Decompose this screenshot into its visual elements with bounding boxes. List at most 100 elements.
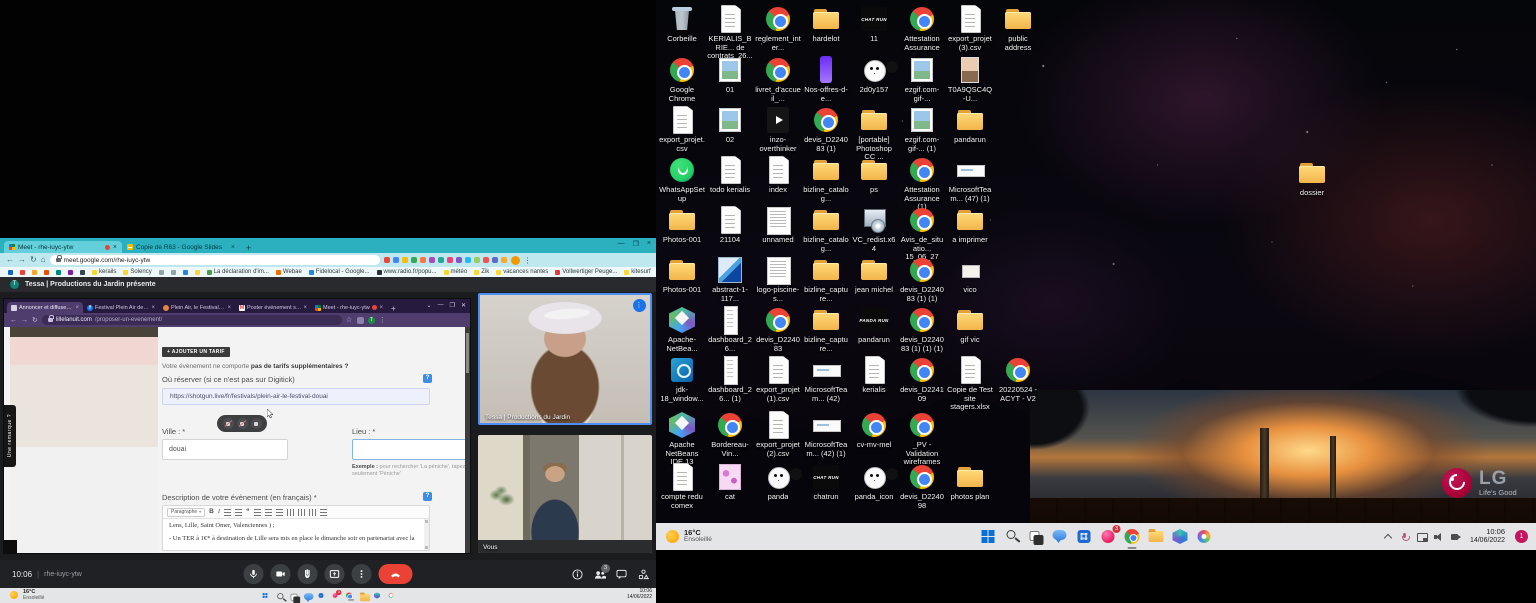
- chevron-up-icon[interactable]: [1383, 532, 1393, 542]
- link-icon[interactable]: [287, 509, 294, 516]
- desktop-icon-devis-d224083-1-1-1[interactable]: devis_D224083 (1) (1) (1): [898, 305, 946, 353]
- align-center-icon[interactable]: [265, 509, 272, 516]
- bookmark-item[interactable]: vacances nantes: [496, 269, 548, 275]
- desktop-icon-20220524-acyt-v2[interactable]: 20220524 - ACYT - V2: [994, 355, 1042, 412]
- extension-icon[interactable]: [501, 257, 507, 263]
- desktop-icon-nos-offres-d-e[interactable]: Nos-offres-d-e...: [802, 55, 850, 103]
- desktop-icon-export-projet-3-csv[interactable]: export_projet (3).csv: [946, 4, 994, 61]
- tile-options-icon[interactable]: ⋮: [633, 299, 646, 312]
- desktop-icon-vc-redist-x64[interactable]: VC_redist.x64: [850, 205, 898, 262]
- desktop-icon-export-projet-2-csv[interactable]: export_projet (2).csv: [754, 410, 802, 467]
- desktop-icon-2d0y157[interactable]: 2d0y157: [850, 55, 898, 103]
- participant-tile-you[interactable]: Vous: [478, 435, 652, 553]
- explorer-taskbar-icon[interactable]: [1148, 528, 1165, 545]
- extension-icon[interactable]: [402, 257, 408, 263]
- desktop-icon-ezgif-com-gif[interactable]: ezgif.com-gif-...: [898, 55, 946, 103]
- extension-icon[interactable]: [492, 257, 498, 263]
- extensions-icon[interactable]: [357, 317, 364, 324]
- bookmark-item[interactable]: [8, 270, 13, 275]
- forward-icon[interactable]: →: [18, 255, 26, 265]
- bookmark-item[interactable]: www.radio.fr/popu...: [377, 269, 437, 275]
- desktop-icon-apache-netbeans-ide-13[interactable]: Apache NetBeans IDE 13: [658, 410, 706, 467]
- desktop-icon-corbeille[interactable]: Corbeille: [658, 4, 706, 61]
- help-button[interactable]: ?: [423, 374, 432, 383]
- bookmark-item[interactable]: [183, 270, 188, 275]
- bookmark-item[interactable]: Webae: [276, 269, 302, 275]
- rich-text-editor[interactable]: Paragraphe▾ B I ❝: [162, 505, 430, 551]
- desktop-icon-dashboard-26[interactable]: dashboard_26...: [706, 305, 754, 353]
- desktop-icon-abstract-1-117[interactable]: abstract-1-117...: [706, 255, 754, 303]
- table-icon[interactable]: [320, 509, 327, 516]
- info-icon[interactable]: [571, 568, 584, 581]
- desktop-icon-t0a9qsc4q-u[interactable]: T0A9QSC4Q-U...: [946, 55, 994, 103]
- bookmark-item[interactable]: [195, 270, 200, 275]
- desktop-icon-microsoftteam-42-1[interactable]: MicrosoftTeam... (42) (1): [802, 410, 850, 467]
- close-tab-icon[interactable]: ×: [113, 244, 117, 251]
- shared-browser-tab[interactable]: Annoncer et diffuser vot...×: [7, 302, 83, 313]
- desktop-icon-kerialis-brie-de-contrats-26[interactable]: KERIALIS_BRIE... de contrats_26...: [706, 4, 754, 61]
- hangup-button[interactable]: [379, 564, 413, 584]
- desktop-icon-attestation-assurance-1[interactable]: Attestation Assurance (1): [898, 155, 946, 212]
- desktop-icon-microsoftteam-47-1[interactable]: MicrosoftTeam... (47) (1): [946, 155, 994, 212]
- desktop-icon-bizline-capture[interactable]: bizline_capture...: [802, 305, 850, 353]
- align-right-icon[interactable]: [276, 509, 283, 516]
- extension-icon[interactable]: [447, 257, 453, 263]
- raise-hand-button[interactable]: [298, 564, 318, 584]
- desktop-icon-devis-d224083-1[interactable]: devis_D224083 (1): [802, 105, 850, 162]
- taskbar-clock[interactable]: 10:06 14/06/2022: [627, 589, 652, 601]
- search-taskbar-icon[interactable]: [275, 592, 282, 599]
- shared-browser-tab[interactable]: MPoster événement sur Lil...×: [235, 302, 311, 313]
- camera-button[interactable]: [271, 564, 291, 584]
- desktop-icon-public-address[interactable]: public address: [994, 4, 1042, 61]
- cast-icon[interactable]: [1417, 532, 1427, 542]
- browser-menu-icon[interactable]: ⋮: [379, 317, 386, 324]
- close-tab-icon[interactable]: ×: [379, 305, 383, 311]
- extension-icon[interactable]: [429, 257, 435, 263]
- weather-widget[interactable]: 16°C Ensoleillé: [656, 529, 712, 544]
- desktop-icon-bizline-capture[interactable]: bizline_capture...: [802, 255, 850, 303]
- bookmark-item[interactable]: Zik: [474, 269, 489, 275]
- pinned-app-pink-taskbar-icon[interactable]: 3: [1100, 528, 1117, 545]
- reload-icon[interactable]: ↻: [30, 255, 37, 265]
- extension-icon[interactable]: [411, 257, 417, 263]
- people-icon[interactable]: 3: [593, 568, 606, 581]
- chrome-taskbar-icon[interactable]: [1124, 528, 1141, 545]
- browser-menu-icon[interactable]: ⋮: [524, 256, 532, 265]
- present-button[interactable]: [325, 564, 345, 584]
- bullet-list-icon[interactable]: [224, 509, 231, 516]
- align-left-icon[interactable]: [254, 509, 261, 516]
- close-icon[interactable]: ×: [647, 240, 651, 248]
- bookmark-item[interactable]: Solency: [123, 269, 151, 275]
- back-icon[interactable]: ←: [6, 255, 14, 265]
- desktop-icon-attestation-assurance[interactable]: Attestation Assurance: [898, 4, 946, 61]
- desktop-icon-dashboard-26-1[interactable]: dashboard_26... (1): [706, 355, 754, 412]
- desktop-icon-01[interactable]: 01: [706, 55, 754, 103]
- bookmark-item[interactable]: [68, 270, 73, 275]
- desktop-icon-vico[interactable]: vico: [946, 255, 994, 303]
- calculator-taskbar-icon[interactable]: [1076, 528, 1093, 545]
- address-bar[interactable]: meet.google.com/rhe-iuyc-ytw: [50, 255, 380, 265]
- pinned-app-hex-taskbar-icon[interactable]: [1172, 528, 1189, 545]
- desktop-icon-jean-michel[interactable]: jean michel: [850, 255, 898, 303]
- desktop-icon-logo-piscine-s[interactable]: logo-piscine-s...: [754, 255, 802, 303]
- desktop-icon-02[interactable]: 02: [706, 105, 754, 162]
- desktop-icon-microsoftteam-42[interactable]: MicrosoftTeam... (42): [802, 355, 850, 412]
- editor-content[interactable]: Lens, Lille, Saint Omer, Valenciennes ) …: [163, 519, 429, 551]
- shared-browser-tab[interactable]: Plein Air, le Festival -...×: [159, 302, 235, 313]
- bookmark-item[interactable]: [171, 270, 176, 275]
- shared-browser-tab[interactable]: fFestival Plein Air de Dou...×: [83, 302, 159, 313]
- desktop-icon-pv-validation-wireframes-v2[interactable]: _PV - Validation wireframes V2: [898, 410, 946, 467]
- start-taskbar-icon[interactable]: [980, 528, 997, 545]
- bookmark-item[interactable]: [32, 270, 37, 275]
- cut-icon[interactable]: [309, 509, 316, 516]
- bookmark-star-icon[interactable]: ☆: [346, 317, 353, 324]
- desktop-icon-compte-redu-comex[interactable]: compte redu comex: [658, 462, 706, 510]
- desktop-icon-devis-d224083-1-1[interactable]: devis_D224083 (1) (1): [898, 255, 946, 303]
- close-tab-icon[interactable]: ×: [303, 305, 307, 311]
- chrome-taskbar-icon[interactable]: [345, 592, 352, 599]
- notification-badge[interactable]: 1: [1515, 530, 1528, 543]
- desktop-icon-cv-mv-mel[interactable]: cv-mv-mel: [850, 410, 898, 467]
- task-view-taskbar-icon[interactable]: [289, 592, 296, 599]
- desktop-icon-todo-kerialis[interactable]: todo kerialis: [706, 155, 754, 212]
- desktop-icon-portable-photoshop-cc[interactable]: [portable] Photoshop CC ...: [850, 105, 898, 162]
